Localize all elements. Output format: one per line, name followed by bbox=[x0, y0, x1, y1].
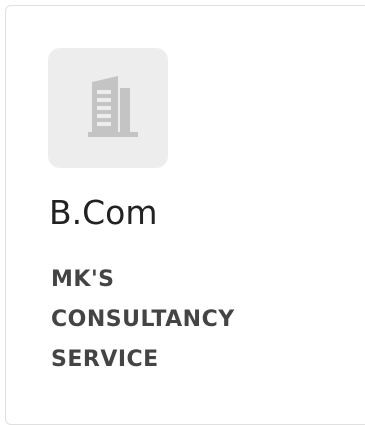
education-card: B.Com MK'S CONSULTANCY SERVICE bbox=[5, 5, 365, 425]
institution-name-line: MK'S bbox=[51, 267, 115, 292]
degree-title: B.Com bbox=[49, 193, 158, 232]
building-icon bbox=[88, 76, 138, 137]
institution-name-line: CONSULTANCY bbox=[51, 307, 235, 332]
institution-name-line: SERVICE bbox=[51, 347, 159, 372]
institution-name: MK'S CONSULTANCY SERVICE bbox=[51, 260, 351, 380]
institution-logo bbox=[48, 48, 168, 168]
